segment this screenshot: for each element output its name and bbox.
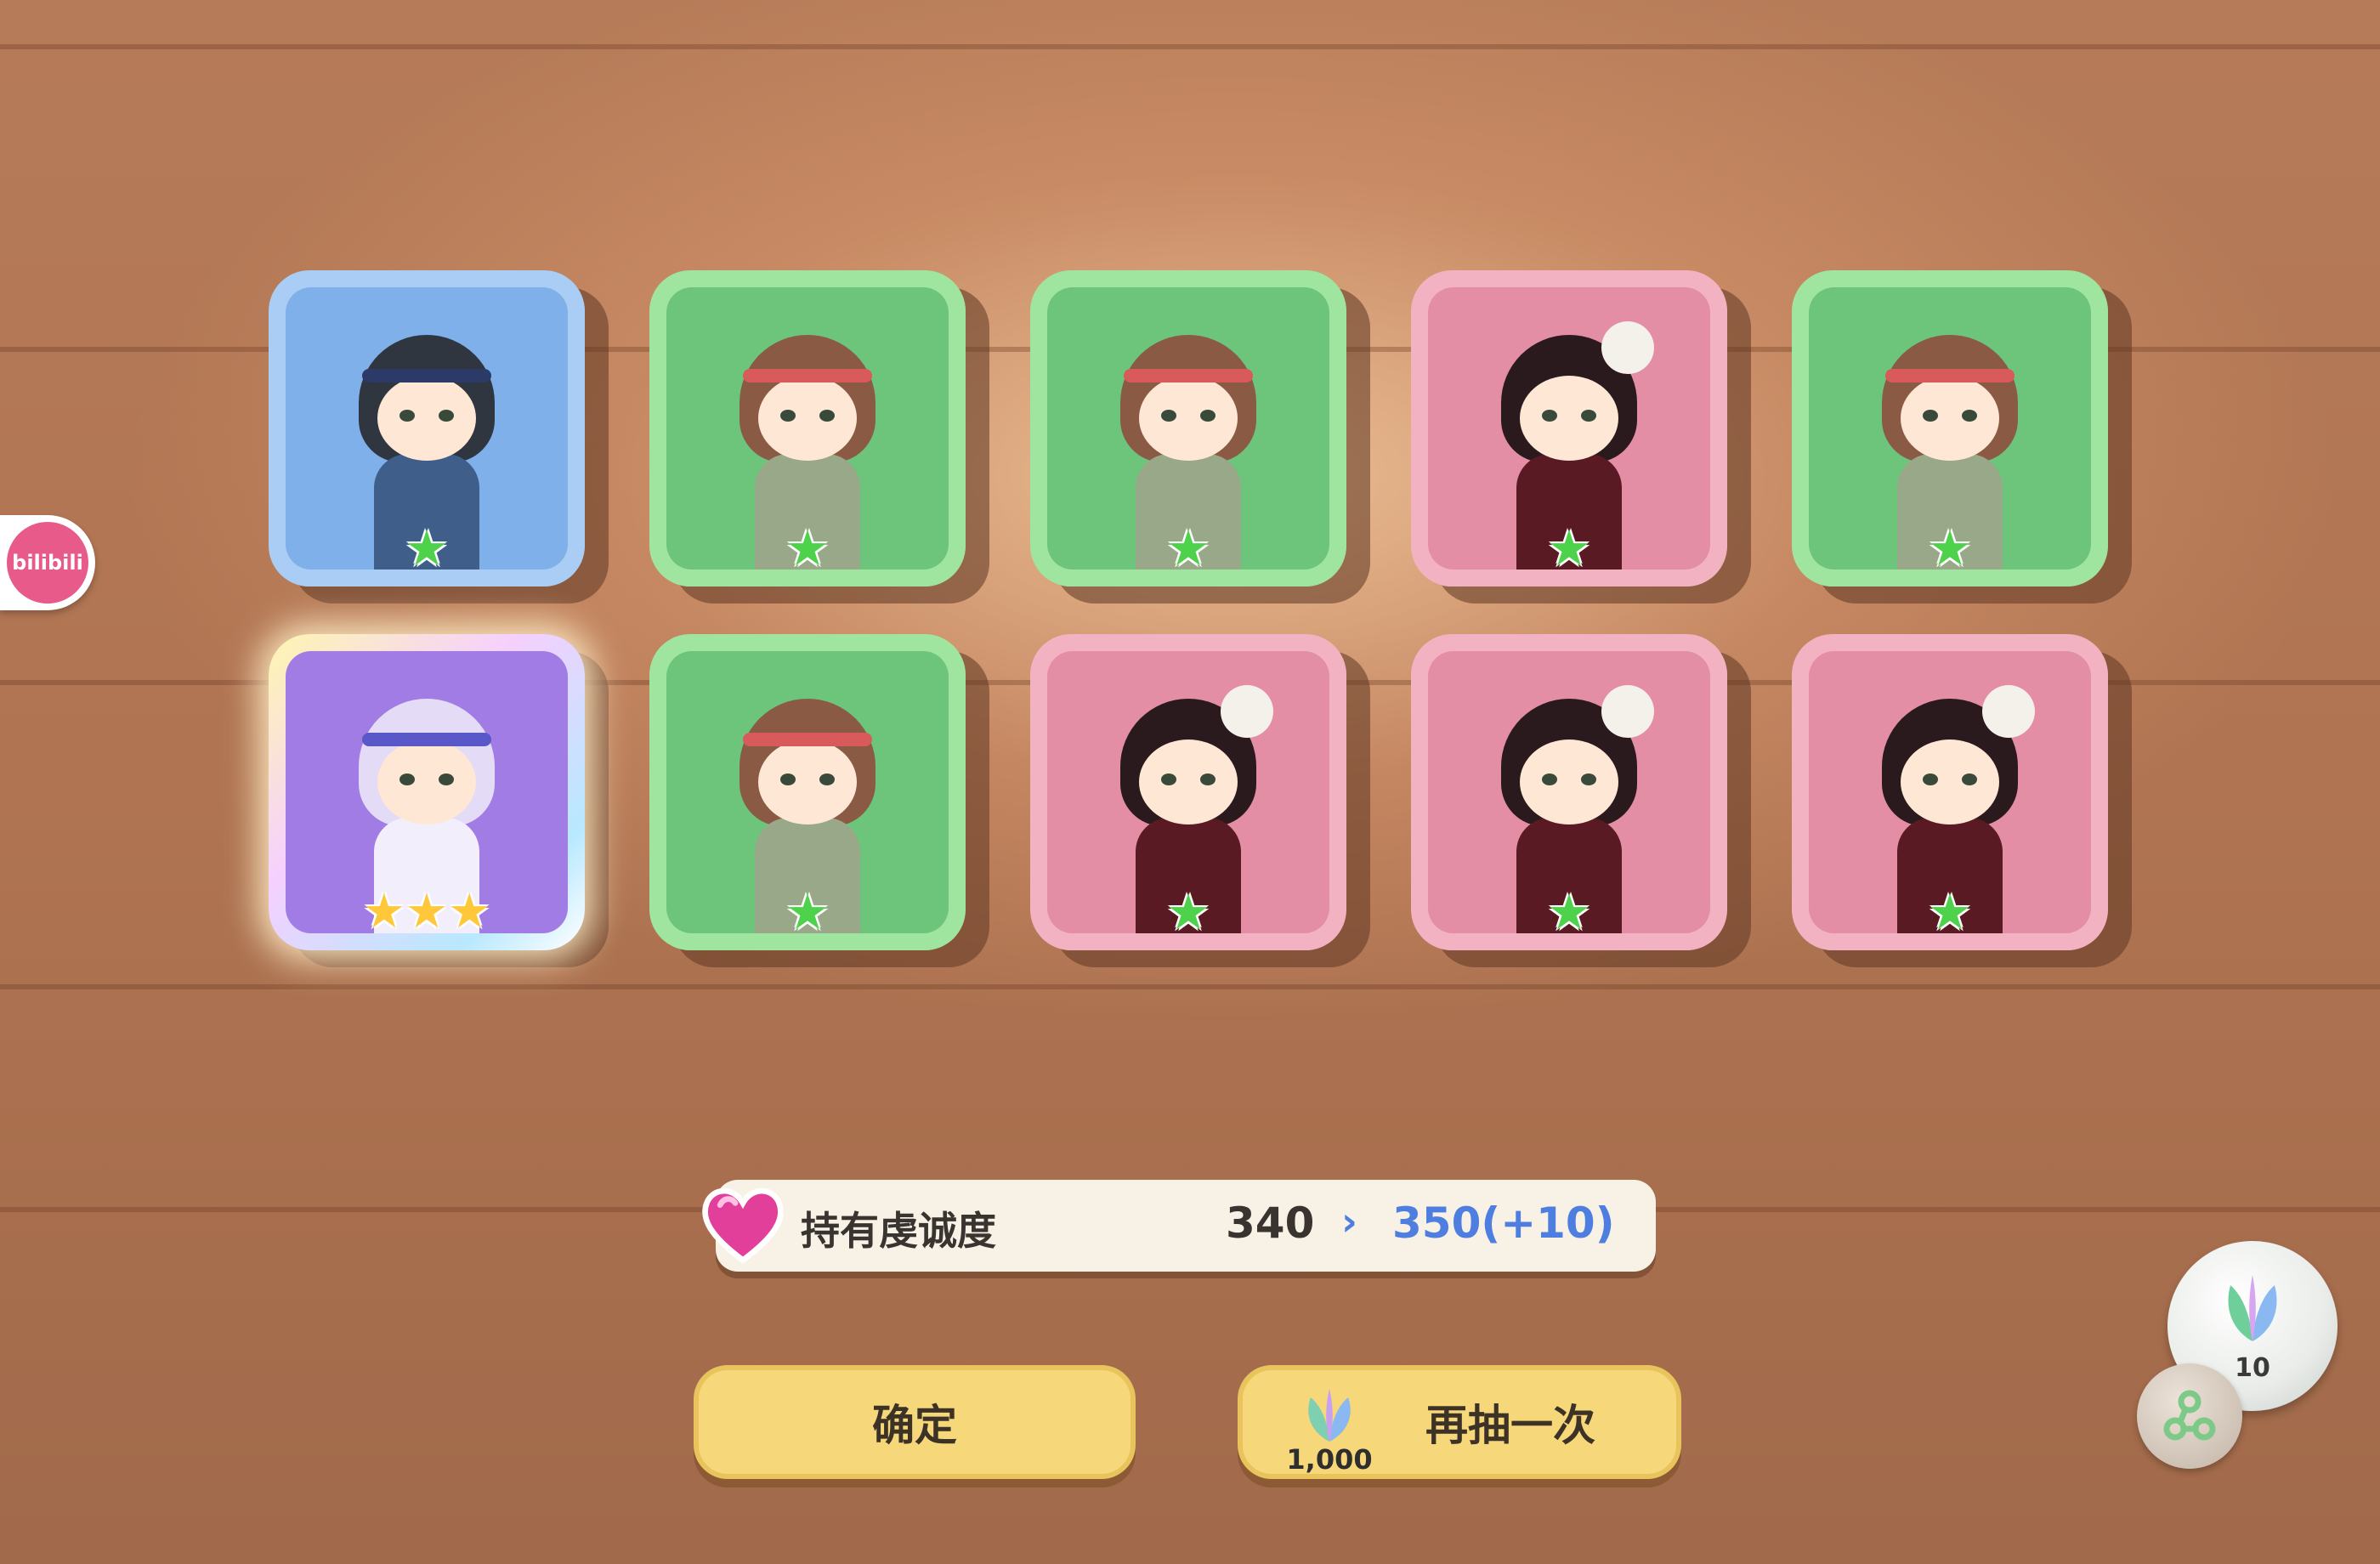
character-eye: [1923, 774, 1938, 785]
character-face: [377, 376, 476, 461]
character-face: [1901, 740, 1999, 824]
character-headband: [362, 369, 491, 382]
result-card[interactable]: ★: [1411, 270, 1727, 586]
character-eye: [819, 410, 835, 422]
bilibili-badge[interactable]: bilibili: [0, 515, 95, 610]
character-face: [377, 740, 476, 824]
result-card[interactable]: ★: [269, 270, 585, 586]
character-eye: [1581, 410, 1596, 422]
devotion-bar: 持有虔诚度 340 › 350(+10): [716, 1180, 1656, 1272]
result-card[interactable]: ★: [1411, 634, 1727, 950]
plank-line: [0, 44, 2380, 49]
character-eye: [1581, 774, 1596, 785]
result-card[interactable]: ★: [1030, 634, 1346, 950]
character-eye: [400, 774, 415, 785]
result-card[interactable]: ★: [1792, 270, 2108, 586]
rarity-stars: ★★★: [269, 886, 585, 937]
draw-again-label: 再抽一次: [1425, 1401, 1595, 1450]
result-card[interactable]: ★: [649, 270, 966, 586]
character-eye: [1542, 410, 1557, 422]
character-face: [758, 740, 857, 824]
skull-hairpin: [1221, 685, 1273, 738]
star-icon: ★: [1928, 519, 1972, 577]
share-link-button[interactable]: [2137, 1363, 2242, 1469]
draw-again-button[interactable]: 1,000 再抽一次: [1238, 1365, 1681, 1479]
character-face: [1139, 376, 1238, 461]
character-face: [1520, 740, 1618, 824]
star-icon: ★: [448, 884, 491, 939]
result-card[interactable]: ★★★: [269, 634, 585, 950]
rarity-stars: ★: [269, 524, 585, 573]
star-icon: ★: [1166, 883, 1210, 941]
character-eye: [1200, 774, 1216, 785]
skull-hairpin: [1601, 321, 1654, 374]
result-card[interactable]: ★: [1030, 270, 1346, 586]
result-card[interactable]: ★: [1792, 634, 2108, 950]
gem-leaf-icon: [1308, 1389, 1351, 1442]
rarity-stars: ★: [1411, 524, 1727, 573]
rarity-stars: ★: [1030, 887, 1346, 937]
character-eye: [1161, 410, 1176, 422]
devotion-label: 持有虔诚度: [801, 1208, 996, 1254]
character-eye: [1962, 410, 1977, 422]
character-headband: [1124, 369, 1253, 382]
star-icon: ★: [405, 519, 449, 577]
plank-line: [0, 984, 2380, 989]
devotion-arrow: ›: [1341, 1198, 1357, 1244]
character-face: [1139, 740, 1238, 824]
rarity-stars: ★: [1411, 887, 1727, 937]
heart-icon: [702, 1187, 784, 1264]
draw-cost: 1,000: [1278, 1382, 1380, 1476]
share-link-icon: [2163, 1390, 2216, 1441]
star-icon: ★: [1547, 883, 1591, 941]
character-face: [1901, 376, 1999, 461]
character-face: [1520, 376, 1618, 461]
character-eye: [439, 410, 454, 422]
star-icon: ★: [1166, 519, 1210, 577]
result-card[interactable]: ★: [649, 634, 966, 950]
character-eye: [780, 410, 796, 422]
devotion-current: 340: [1226, 1198, 1315, 1248]
confirm-button[interactable]: 确定: [694, 1365, 1136, 1479]
rarity-stars: ★: [1030, 524, 1346, 573]
skull-hairpin: [1982, 685, 2035, 738]
character-eye: [1923, 410, 1938, 422]
character-eye: [1962, 774, 1977, 785]
character-eye: [439, 774, 454, 785]
character-headband: [1885, 369, 2014, 382]
star-icon: ★: [785, 883, 830, 941]
character-eye: [780, 774, 796, 785]
star-icon: ★: [1547, 519, 1591, 577]
devotion-new-value: 350(+10): [1392, 1198, 1615, 1248]
character-eye: [400, 410, 415, 422]
star-icon: ★: [362, 884, 405, 939]
character-eye: [1200, 410, 1216, 422]
gacha-result-grid: ★ ★ ★ ★ ★ ★★★ ★ ★ ★ ★: [269, 270, 2190, 954]
character-face: [758, 376, 857, 461]
star-icon: ★: [405, 884, 449, 939]
bilibili-logo: bilibili: [7, 522, 88, 604]
character-eye: [1161, 774, 1176, 785]
rarity-stars: ★: [1792, 524, 2108, 573]
star-icon: ★: [1928, 883, 1972, 941]
character-headband: [743, 369, 872, 382]
rarity-stars: ★: [1792, 887, 2108, 937]
star-icon: ★: [785, 519, 830, 577]
character-eye: [1542, 774, 1557, 785]
character-headband: [743, 733, 872, 746]
draw-cost-value: 1,000: [1286, 1443, 1373, 1476]
rarity-stars: ★: [649, 887, 966, 937]
character-headband: [362, 733, 491, 746]
rarity-stars: ★: [649, 524, 966, 573]
character-eye: [819, 774, 835, 785]
skull-hairpin: [1601, 685, 1654, 738]
gem-leaf-icon: [2228, 1275, 2277, 1341]
